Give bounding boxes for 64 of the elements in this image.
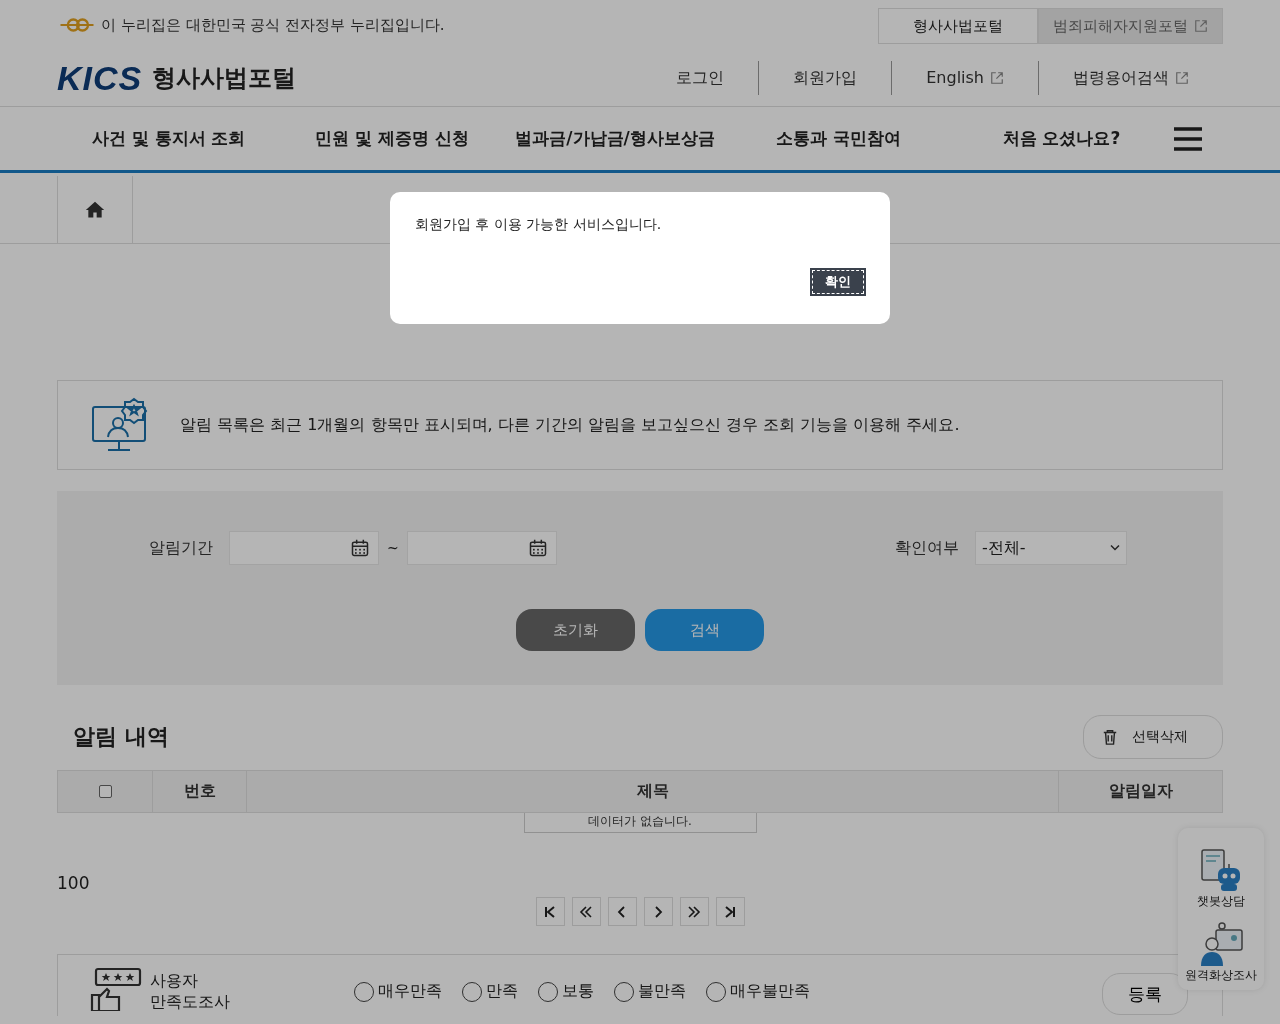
field-label: 확인여부 bbox=[895, 537, 959, 559]
section-title: 알림 내역 bbox=[72, 723, 169, 751]
select-all-checkbox[interactable] bbox=[98, 785, 112, 798]
date-field[interactable] bbox=[229, 531, 379, 565]
confirm-button[interactable]: 확인 bbox=[812, 270, 864, 294]
logo-mark[interactable]: KICS bbox=[57, 58, 143, 98]
nav-menu-item[interactable]: 벌과금/가납금/형사보상금 bbox=[503, 127, 727, 150]
menu-icon[interactable] bbox=[1173, 125, 1203, 152]
header-link[interactable]: 회원가입 bbox=[758, 61, 892, 95]
home-icon[interactable] bbox=[84, 199, 106, 220]
radio-button[interactable] bbox=[706, 981, 726, 1002]
option-label[interactable]: 불만족 bbox=[638, 981, 686, 1002]
rating-thumbs-up-icon bbox=[90, 967, 142, 1011]
chevron-down-icon bbox=[1110, 544, 1120, 552]
nav-menu-item[interactable]: 민원 및 제증명 신청 bbox=[280, 127, 504, 150]
option-label[interactable]: 만족 bbox=[486, 981, 518, 1002]
double-chevron-right-icon bbox=[687, 904, 701, 919]
option-label[interactable]: 매우불만족 bbox=[730, 981, 810, 1002]
pagination-button[interactable] bbox=[679, 897, 709, 926]
government-notice: 이 누리집은 대한민국 공식 전자정부 누리집입니다. bbox=[101, 15, 445, 35]
last-page-icon bbox=[723, 904, 737, 919]
notice-text: 알림 목록은 최근 1개월의 항목만 표시되며, 다른 기간의 알림을 보고싶으신 경우 조회 기능을 이용해 주세요. bbox=[180, 414, 960, 436]
nav-menu-item[interactable]: 소통과 국민참여 bbox=[726, 127, 950, 150]
pagination-button[interactable] bbox=[715, 897, 745, 926]
reset-button[interactable]: 초기화 bbox=[516, 609, 635, 651]
calendar-icon bbox=[527, 538, 548, 558]
pagination-button[interactable] bbox=[643, 897, 673, 926]
field-label: 알림기간 bbox=[149, 537, 213, 559]
monitor-user-icon bbox=[90, 397, 150, 453]
radio-button[interactable] bbox=[538, 981, 558, 1002]
page-size: 100 bbox=[57, 873, 90, 893]
survey-title: 사용자 만족도조사 bbox=[150, 970, 231, 1012]
pagination-button[interactable] bbox=[571, 897, 601, 926]
header-link[interactable]: 로그인 bbox=[642, 61, 759, 95]
date-field[interactable] bbox=[406, 531, 557, 565]
header-link[interactable]: English bbox=[891, 61, 1038, 95]
quick-menu-item[interactable]: 원격화상조사 bbox=[1185, 922, 1257, 984]
option-label[interactable]: 보통 bbox=[562, 981, 594, 1002]
nav-menu-item[interactable]: 처음 오셨나요? bbox=[949, 127, 1173, 150]
option-label[interactable]: 매우만족 bbox=[378, 981, 442, 1002]
calendar-icon bbox=[350, 538, 370, 558]
delete-selected-button[interactable]: 선택삭제 bbox=[1083, 715, 1223, 759]
pagination-button[interactable] bbox=[535, 897, 565, 926]
dialog-message: 회원가입 후 이용 가능한 서비스입니다. bbox=[415, 216, 663, 234]
site-name[interactable]: 형사사법포털 bbox=[152, 62, 297, 94]
radio-button[interactable] bbox=[462, 981, 482, 1002]
nav-menu-item[interactable]: 사건 및 통지서 조회 bbox=[57, 127, 281, 150]
first-page-icon bbox=[543, 904, 557, 919]
video-consultation-icon bbox=[1198, 922, 1244, 966]
portal-tab[interactable]: 형사사법포털 bbox=[878, 8, 1038, 44]
trash-icon bbox=[1102, 728, 1118, 746]
status-dropdown[interactable]: -전체- bbox=[975, 531, 1127, 565]
column-header: 번호 bbox=[152, 771, 246, 812]
portal-tab[interactable]: 범죄피해자지원포털 bbox=[1038, 8, 1223, 44]
header-link[interactable]: 법령용어검색 bbox=[1038, 61, 1223, 95]
range-separator: ~ bbox=[387, 540, 399, 556]
column-header: 알림일자 bbox=[1058, 771, 1222, 812]
pagination-button[interactable] bbox=[607, 897, 637, 926]
quick-menu-item[interactable]: 챗봇상담 bbox=[1197, 848, 1245, 910]
column-header: 제목 bbox=[246, 771, 1058, 812]
radio-button[interactable] bbox=[354, 981, 374, 1002]
double-chevron-left-icon bbox=[579, 904, 593, 919]
radio-button[interactable] bbox=[614, 981, 634, 1002]
empty-message: 데이터가 없습니다. bbox=[523, 813, 757, 833]
